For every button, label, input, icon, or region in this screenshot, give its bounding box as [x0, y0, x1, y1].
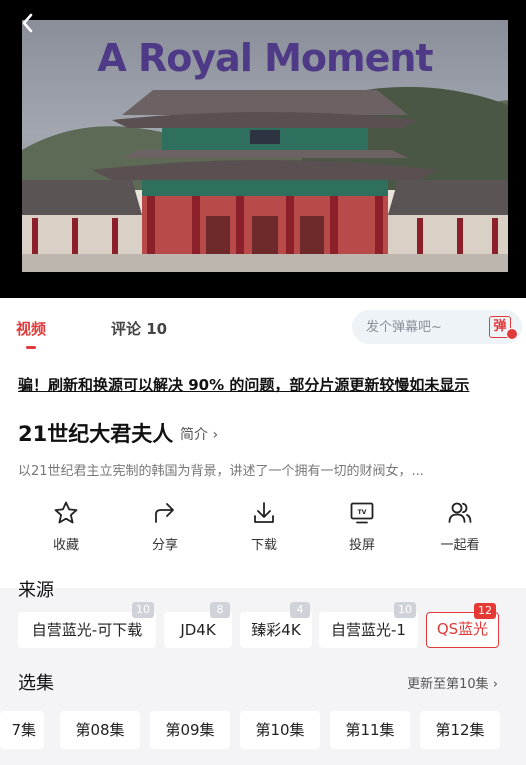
- source-count-badge: 8: [210, 602, 230, 618]
- svg-text:TV: TV: [358, 509, 367, 516]
- source-chip-label: QS蓝光: [436, 620, 489, 638]
- episode-item[interactable]: 第10集: [240, 711, 320, 749]
- favorite-button[interactable]: 收藏: [26, 500, 106, 553]
- episode-update-link[interactable]: 更新至第10集 ›: [407, 673, 498, 692]
- video-frame: A Royal Moment: [22, 20, 508, 272]
- users-icon: [448, 502, 472, 523]
- download-label: 下载: [250, 538, 277, 553]
- watch-together-label: 一起看: [440, 538, 480, 553]
- download-button[interactable]: 下载: [224, 500, 304, 553]
- source-chip[interactable]: 自营蓝光-可下载 10: [18, 602, 156, 648]
- tv-cast-icon: TV: [350, 502, 374, 524]
- source-chip-selected[interactable]: QS蓝光 12: [426, 603, 499, 648]
- episode-section: 选集 更新至第10集 › 7集 第08集 第09集 第10集 第11集 第12集: [0, 661, 526, 765]
- source-chip-label: JD4K: [180, 621, 216, 639]
- episode-item[interactable]: 第09集: [150, 711, 230, 749]
- favorite-label: 收藏: [52, 538, 79, 553]
- danmaku-input[interactable]: [352, 310, 482, 344]
- source-count-badge: 4: [290, 602, 310, 618]
- watch-together-button[interactable]: 一起看: [420, 500, 500, 553]
- source-chip[interactable]: 自营蓝光-1 10: [319, 602, 418, 648]
- source-chip-label: 臻彩4K: [251, 621, 301, 639]
- share-label: 分享: [151, 538, 178, 553]
- episode-item[interactable]: 第12集: [420, 711, 500, 749]
- show-info: 21世纪大君夫人 简介 › 以21世纪君主立宪制的韩国为背景，讲述了一个拥有一切…: [0, 408, 526, 588]
- notice-text: 骗！刷新和换源可以解决 90% 的问题，部分片源更新较慢如未显示: [18, 376, 470, 394]
- episode-item[interactable]: 7集: [0, 711, 44, 749]
- action-bar: 收藏 分享 下载 TV 投屏 一起看: [0, 500, 526, 560]
- tab-comments-label: 评论 10: [111, 320, 168, 338]
- show-description[interactable]: 以21世纪君主立宪制的韩国为背景，讲述了一个拥有一切的财阀女，...: [18, 460, 498, 479]
- share-button[interactable]: 分享: [125, 500, 205, 553]
- episode-section-title: 选集: [18, 673, 54, 694]
- show-title: 21世纪大君夫人: [18, 422, 174, 446]
- tab-comments[interactable]: 评论 10: [111, 318, 167, 339]
- active-tab-indicator: [26, 346, 36, 349]
- cast-label: 投屏: [348, 538, 375, 553]
- danmaku-settings-badge: [506, 328, 518, 340]
- video-overlay-title: A Royal Moment: [97, 36, 433, 80]
- source-chip-label: 自营蓝光-可下载: [31, 621, 143, 639]
- source-section-title: 来源: [18, 580, 54, 601]
- notice-banner: 骗！刷新和换源可以解决 90% 的问题，部分片源更新较慢如未显示: [0, 358, 526, 408]
- cast-button[interactable]: TV 投屏: [322, 500, 402, 553]
- tab-video[interactable]: 视频: [16, 318, 47, 349]
- star-icon: [54, 501, 78, 524]
- danmaku-toggle-button[interactable]: 弹: [482, 310, 522, 344]
- source-count-badge: 12: [474, 603, 496, 619]
- source-chip[interactable]: JD4K 8: [164, 602, 232, 648]
- source-count-badge: 10: [132, 602, 154, 618]
- source-chip-label: 自营蓝光-1: [331, 621, 406, 639]
- source-section: 来源 自营蓝光-可下载 10 JD4K 8 臻彩4K 4 自营蓝光-1 10 Q…: [0, 580, 526, 661]
- tab-video-label: 视频: [16, 320, 47, 338]
- source-chip[interactable]: 臻彩4K 4: [240, 602, 312, 648]
- episode-item[interactable]: 第08集: [60, 711, 140, 749]
- tab-bar: 视频 评论 10 弹: [0, 298, 526, 358]
- episode-item[interactable]: 第11集: [330, 711, 410, 749]
- download-icon: [254, 502, 274, 523]
- video-player[interactable]: A Royal Moment: [0, 0, 526, 298]
- share-icon: [155, 503, 174, 523]
- source-count-badge: 10: [394, 602, 416, 618]
- back-arrow-icon[interactable]: [16, 10, 42, 36]
- intro-link[interactable]: 简介 ›: [180, 424, 218, 444]
